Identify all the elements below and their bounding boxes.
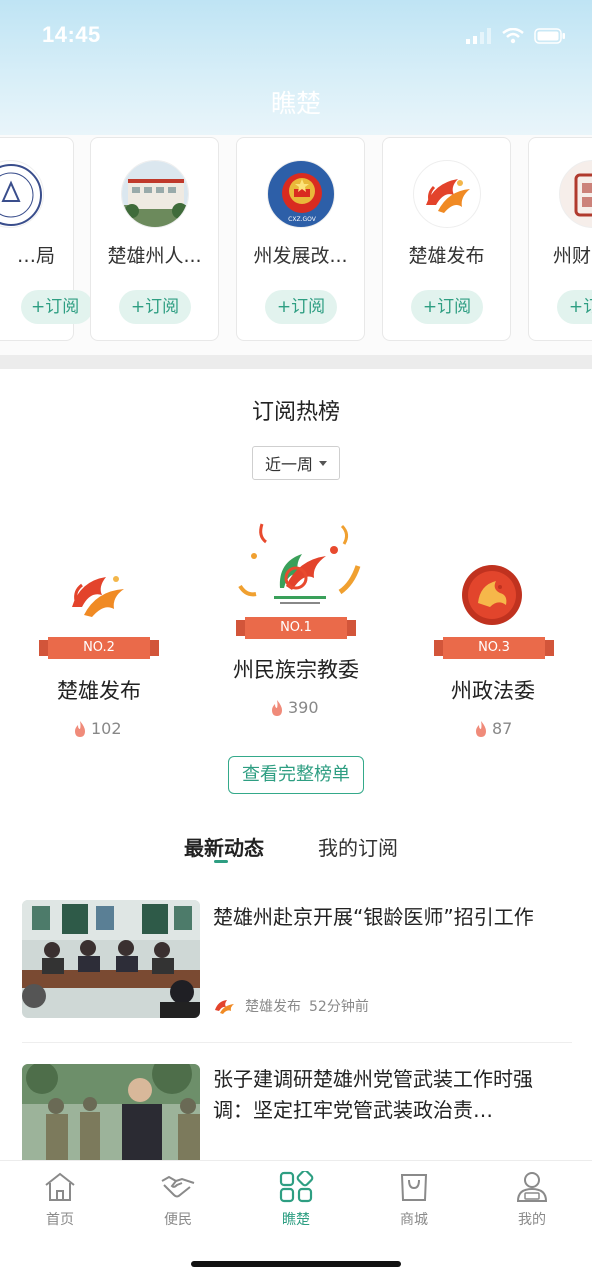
ranking-title: 订阅热榜 xyxy=(251,400,340,425)
seal-logo-icon xyxy=(0,164,42,226)
rank-heat-value: 390 xyxy=(288,698,319,717)
rank-badge: NO.3 xyxy=(434,637,554,659)
nav-qiaochu[interactable]: 瞧楚 xyxy=(256,1169,336,1229)
status-icons xyxy=(466,26,566,46)
rank-heat-value: 87 xyxy=(492,719,513,738)
subscription-card-strip[interactable]: …局 +订阅 楚雄州人... +订阅 CXZ.GOV 州发展改... +订阅 楚… xyxy=(0,135,592,355)
nav-label: 瞧楚 xyxy=(282,1212,310,1228)
org-name: …局 xyxy=(16,245,55,267)
shopping-bag-icon xyxy=(400,1174,428,1201)
subscribe-button[interactable]: +订阅 xyxy=(557,290,592,324)
rank-1-logo-icon xyxy=(238,523,361,604)
org-avatar xyxy=(559,160,592,228)
battery-icon xyxy=(534,28,565,44)
nav-label: 我的 xyxy=(518,1212,546,1228)
view-full-list-button[interactable]: 查看完整榜单 xyxy=(228,756,364,794)
hospital-photo-icon xyxy=(122,161,188,227)
section-divider xyxy=(0,355,592,369)
national-emblem-icon: CXZ.GOV xyxy=(282,173,322,223)
org-name: 楚雄州人... xyxy=(107,245,202,267)
signal-icon xyxy=(466,28,491,44)
rank-badge: NO.1 xyxy=(236,617,356,639)
handshake-icon xyxy=(161,1175,195,1198)
org-avatar xyxy=(413,160,481,228)
news-thumbnail xyxy=(22,1064,200,1160)
nav-label: 商城 xyxy=(400,1212,428,1228)
nav-mall[interactable]: 商城 xyxy=(374,1171,454,1229)
page-title: 瞧楚 xyxy=(270,89,321,118)
nav-home[interactable]: 首页 xyxy=(20,1171,100,1229)
news-item[interactable]: 张子建调研楚雄州党管武装工作时强调：坚定扛牢党管武装政治责… xyxy=(0,1062,592,1162)
tab-latest[interactable]: 最新动态 xyxy=(184,832,264,861)
finance-logo-icon xyxy=(574,173,592,217)
org-avatar xyxy=(121,160,189,228)
source-logo-icon xyxy=(215,1000,234,1014)
status-time: 14:45 xyxy=(42,22,101,47)
home-icon xyxy=(45,1172,75,1201)
chevron-down-icon xyxy=(319,460,327,466)
news-title: 张子建调研楚雄州党管武装工作时强调：坚定扛牢党管武装政治责… xyxy=(213,1067,533,1122)
subscribe-button[interactable]: +订阅 xyxy=(21,290,93,324)
rank-heat: 87 xyxy=(474,719,512,738)
news-item[interactable]: 楚雄州赴京开展“银龄医师”招引工作 楚雄发布 52分钟前 xyxy=(0,900,592,1040)
news-source: 楚雄发布 xyxy=(245,999,301,1015)
officials-photo-icon xyxy=(22,1064,200,1160)
svg-text:CXZ.GOV: CXZ.GOV xyxy=(288,216,317,223)
tab-my-subscriptions[interactable]: 我的订阅 xyxy=(318,832,398,861)
org-name: 楚雄发布 xyxy=(408,245,485,267)
flame-icon xyxy=(476,720,486,737)
fire-bird-logo-icon xyxy=(426,179,470,213)
news-divider xyxy=(22,1042,572,1043)
nav-services[interactable]: 便民 xyxy=(138,1171,218,1229)
rank-2-logo-icon xyxy=(72,576,124,617)
rank-heat: 390 xyxy=(270,698,319,717)
wifi-icon xyxy=(502,28,524,44)
org-avatar: CXZ.GOV xyxy=(267,160,335,228)
period-select-value: 近一周 xyxy=(264,455,313,474)
org-name: 州发展改... xyxy=(253,245,348,267)
org-card[interactable]: …局 +订阅 xyxy=(0,137,93,341)
subscribe-button[interactable]: +订阅 xyxy=(119,290,191,324)
flame-icon xyxy=(75,720,85,737)
rank-badge: NO.2 xyxy=(39,637,159,659)
subscribe-button[interactable]: +订阅 xyxy=(265,290,337,324)
home-indicator[interactable] xyxy=(191,1261,401,1267)
news-thumbnail xyxy=(22,900,200,1018)
rank-heat: 102 xyxy=(73,719,122,738)
rank-name: 楚雄发布 xyxy=(57,679,141,703)
news-meta: 楚雄发布 52分钟前 xyxy=(213,996,369,1016)
active-tab-indicator xyxy=(214,860,228,863)
org-avatar xyxy=(0,160,44,228)
org-card[interactable]: 州财 +订阅 xyxy=(528,137,592,341)
news-title: 楚雄州赴京开展“银龄医师”招引工作 xyxy=(213,905,534,929)
header-bar: 14:45 瞧楚 xyxy=(0,0,592,135)
org-card[interactable]: 楚雄州人... +订阅 xyxy=(90,137,219,341)
nav-mine[interactable]: 我的 xyxy=(492,1171,572,1229)
flame-icon xyxy=(272,699,282,716)
subscribe-button[interactable]: +订阅 xyxy=(411,290,483,324)
rank-heat-value: 102 xyxy=(91,719,122,738)
org-card[interactable]: 楚雄发布 +订阅 xyxy=(382,137,511,341)
profile-icon xyxy=(516,1172,548,1202)
org-card[interactable]: CXZ.GOV 州发展改... +订阅 xyxy=(236,137,365,341)
rank-name: 州民族宗教委 xyxy=(233,658,359,682)
nav-label: 首页 xyxy=(46,1212,74,1228)
period-select[interactable]: 近一周 xyxy=(252,446,340,480)
grid-icon xyxy=(279,1169,314,1203)
news-time: 52分钟前 xyxy=(309,999,369,1015)
nav-label: 便民 xyxy=(164,1212,192,1228)
rank-name: 州政法委 xyxy=(451,679,535,703)
org-name: 州财 xyxy=(553,245,592,267)
meeting-photo-icon xyxy=(22,900,200,1018)
rank-3-logo-icon xyxy=(462,565,522,625)
